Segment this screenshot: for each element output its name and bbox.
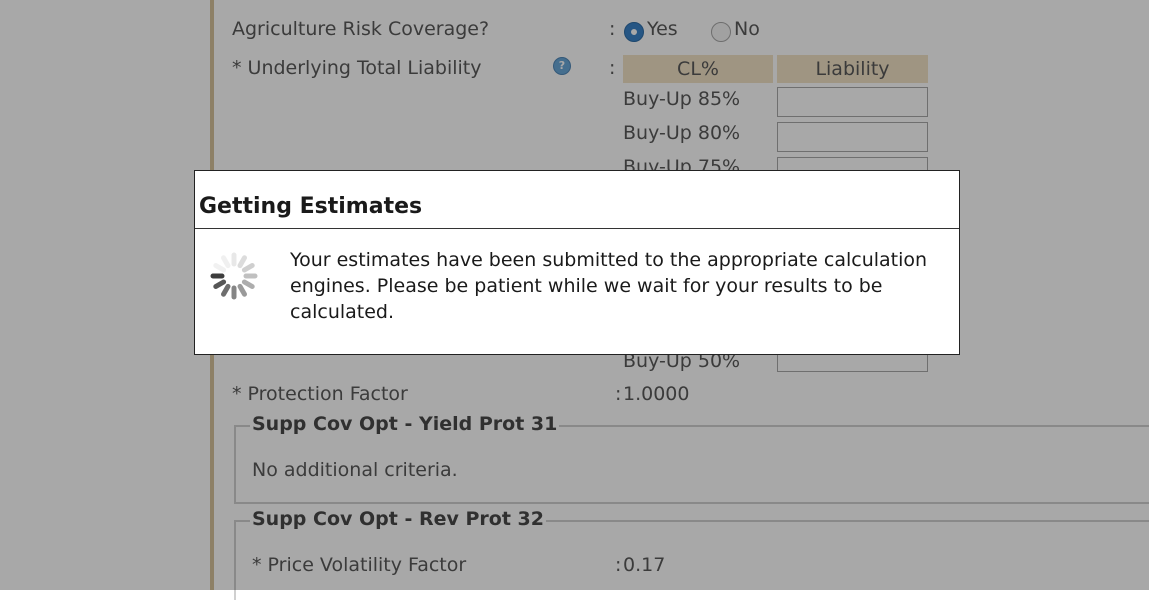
- dialog-title-bar: Getting Estimates: [195, 171, 959, 229]
- dialog-message: Your estimates have been submitted to th…: [290, 249, 928, 323]
- getting-estimates-dialog: Getting Estimates Your estimates have be…: [194, 170, 960, 355]
- dialog-title: Getting Estimates: [199, 194, 423, 219]
- loading-spinner-icon: [210, 252, 258, 300]
